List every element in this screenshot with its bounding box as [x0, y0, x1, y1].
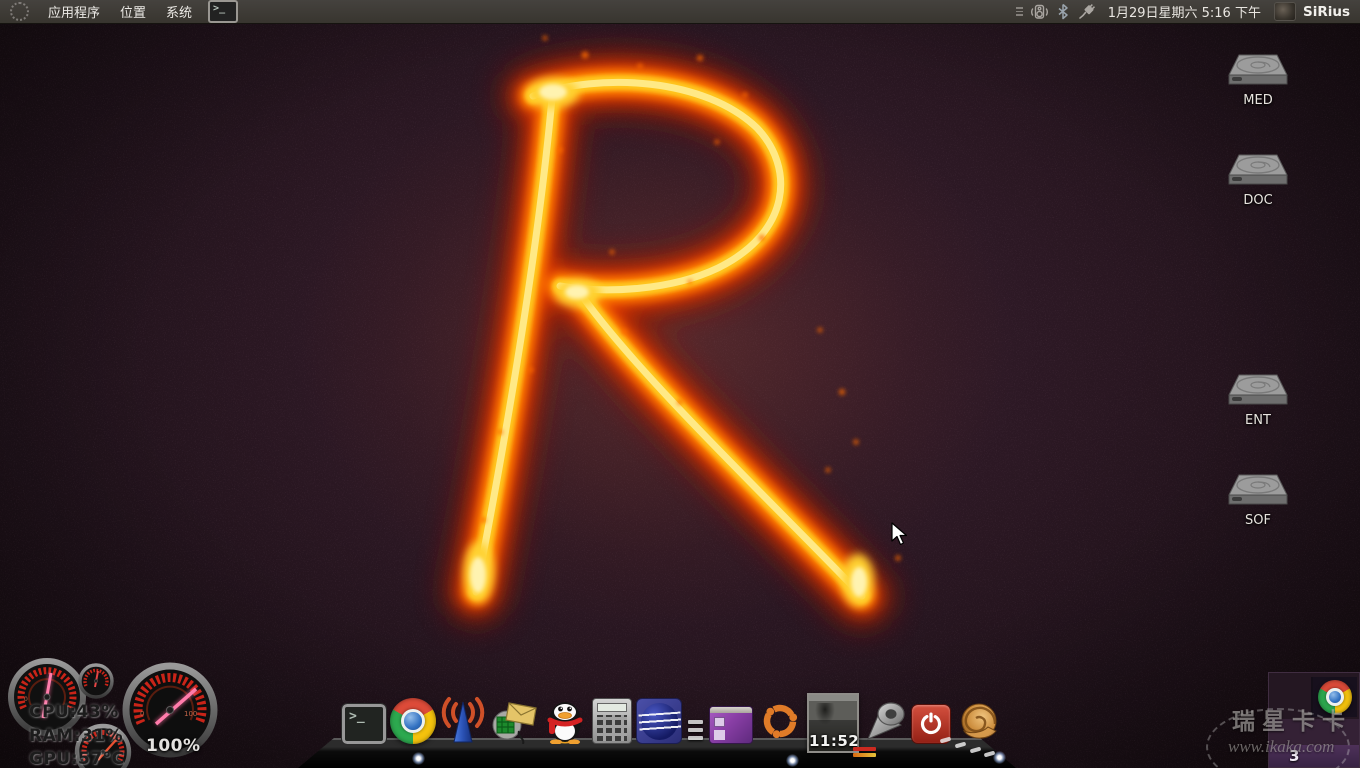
- hdd-icon: [1225, 373, 1291, 406]
- dock-wireless-antenna-icon[interactable]: [440, 694, 486, 744]
- dock-glow-indicator: [993, 751, 1006, 764]
- svg-text:0: 0: [140, 710, 144, 718]
- desktop-screen: 应用程序 位置 系统 >_ 1月29日星期六: [0, 0, 1360, 768]
- dock-clock-widget[interactable]: 11:52: [807, 693, 859, 744]
- small-gauge-top: [80, 665, 112, 697]
- svg-text:100: 100: [184, 710, 197, 718]
- volume-tray-icon[interactable]: [1030, 3, 1049, 21]
- widget-time-label: 11:52: [809, 732, 857, 750]
- bluetooth-icon[interactable]: [1056, 3, 1070, 20]
- terminal-launcher-icon[interactable]: >_: [208, 0, 238, 23]
- panel-clock[interactable]: 1月29日星期六 5:16 下午: [1108, 2, 1261, 21]
- dock-chrome-icon[interactable]: [390, 698, 436, 744]
- power-symbol: [917, 710, 945, 738]
- menu-system[interactable]: 系统: [156, 0, 202, 23]
- volume-level-bars: [853, 747, 876, 757]
- cpu-gauge: 0: [11, 661, 83, 733]
- dock-terminal-icon[interactable]: >_: [342, 704, 386, 744]
- workspace-pager[interactable]: 3: [1268, 672, 1360, 768]
- drive-icon-sof[interactable]: SOF: [1225, 473, 1291, 528]
- menu-applications[interactable]: 应用程序: [38, 0, 110, 23]
- panel-right-group: 1月29日星期六 5:16 下午 SiRius: [1016, 0, 1360, 23]
- drive-icon-med[interactable]: MED: [1225, 53, 1291, 108]
- dock-calculator-icon[interactable]: [592, 698, 632, 744]
- drive-icon-doc[interactable]: DOC: [1225, 153, 1291, 208]
- workspace-number: 3: [1289, 747, 1299, 765]
- svg-text:0: 0: [24, 696, 28, 703]
- menu-places[interactable]: 位置: [110, 0, 156, 23]
- dock: >_: [342, 693, 1001, 744]
- pager-chrome-window-preview[interactable]: [1311, 677, 1357, 717]
- pager-row-divider: [1269, 719, 1359, 745]
- hdd-icon: [1225, 153, 1291, 186]
- hdd-icon: [1225, 473, 1291, 506]
- notification-lines-icon[interactable]: [1016, 7, 1023, 16]
- battery-percent-label: 100%: [146, 738, 201, 755]
- drive-icon-ent[interactable]: ENT: [1225, 373, 1291, 428]
- pager-bottom-strip: [1269, 745, 1359, 767]
- dock-speaker-icon[interactable]: [863, 698, 907, 744]
- gpu-temp-label: GPU:57°C: [29, 751, 125, 768]
- panel-left-group: 应用程序 位置 系统 >_: [0, 0, 238, 23]
- window-list-indicator[interactable]: [686, 720, 705, 744]
- username-label[interactable]: SiRius: [1303, 4, 1354, 20]
- user-avatar[interactable]: [1274, 2, 1296, 21]
- ram-usage-label: RAM:31%: [29, 728, 123, 745]
- dock-ubuntu-icon[interactable]: [757, 698, 803, 744]
- dock-eclipse-icon[interactable]: [636, 698, 682, 744]
- chrome-icon: [1318, 680, 1352, 714]
- dock-email-icon[interactable]: [490, 698, 538, 744]
- mouse-cursor: [891, 522, 911, 546]
- cpu-usage-label: CPU:43%: [29, 704, 119, 721]
- network-plug-icon[interactable]: [1077, 3, 1097, 20]
- dock-glow-indicator: [412, 752, 425, 765]
- top-panel: 应用程序 位置 系统 >_ 1月29日星期六: [0, 0, 1360, 24]
- hdd-icon: [1225, 53, 1291, 86]
- distro-logo-icon[interactable]: [10, 2, 29, 21]
- dock-qq-icon[interactable]: [542, 694, 588, 744]
- dock-glow-indicator: [786, 754, 799, 767]
- dock-media-window-icon[interactable]: [709, 706, 753, 744]
